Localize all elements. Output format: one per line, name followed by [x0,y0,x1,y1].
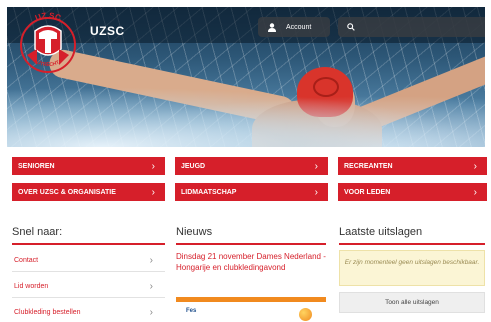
section-divider [12,243,165,245]
nav-jeugd-label: JEUGD [181,162,206,170]
svg-text:UTRECHT: UTRECHT [36,60,61,69]
nav-recreanten-label: RECREANTEN [344,162,393,170]
quick-link-label: Lid worden [14,282,49,290]
nav-lidmaatschap[interactable]: LIDMAATSCHAP › [175,183,328,201]
quick-link-label: Clubkleding bestellen [14,308,81,316]
water-polo-ball-icon [299,308,312,321]
user-icon [268,22,276,32]
news-thumbnail-caption: Fes [186,308,197,314]
nav-jeugd[interactable]: JEUGD › [175,157,328,175]
nav-lidmaatschap-label: LIDMAATSCHAP [181,188,237,196]
account-label: Account [286,23,312,31]
list-divider [12,271,165,272]
chevron-right-icon: › [149,306,153,318]
chevron-right-icon: › [149,254,153,266]
chevron-right-icon: › [314,160,318,172]
nav-over-uzsc[interactable]: OVER UZSC & ORGANISATIE › [12,183,165,201]
svg-text:UZ SC: UZ SC [34,11,63,23]
logo-text-top: UZ SC [34,11,63,23]
show-all-results-button[interactable]: Toon alle uitslagen [339,292,485,313]
nav-over-uzsc-label: OVER UZSC & ORGANISATIE [18,188,116,196]
search-input[interactable] [338,17,485,37]
chevron-right-icon: › [314,186,318,198]
nav-senioren-label: SENIOREN [18,162,55,170]
chevron-right-icon: › [149,280,153,292]
nav-senioren[interactable]: SENIOREN › [12,157,165,175]
nav-recreanten[interactable]: RECREANTEN › [338,157,487,175]
quick-link-clubkleding[interactable]: Clubkleding bestellen › [14,302,157,322]
quick-link-lid-worden[interactable]: Lid worden › [14,276,157,296]
quick-links-title: Snel naar: [12,226,63,238]
quick-link-label: Contact [14,256,39,264]
results-title: Laatste uitslagen [339,226,423,238]
search-icon [347,23,355,31]
chevron-right-icon: › [151,160,155,172]
site-brand[interactable]: UZSC [90,24,125,38]
quick-link-contact[interactable]: Contact › [14,250,157,270]
list-divider [12,297,165,298]
nav-voor-leden-label: VOOR LEDEN [344,188,391,196]
news-headline-link[interactable]: Dinsdag 21 november Dames Nederland - Ho… [176,251,326,273]
results-empty-notice: Er zijn momenteel geen uitslagen beschik… [339,250,485,286]
club-logo[interactable]: UZ SC UTRECHT [13,9,83,79]
chevron-right-icon: › [473,160,477,172]
chevron-right-icon: › [473,186,477,198]
section-divider [176,243,326,245]
news-thumbnail[interactable]: Fes [176,297,326,322]
news-title: Nieuws [176,226,213,238]
nav-voor-leden[interactable]: VOOR LEDEN › [338,183,487,201]
section-divider [339,243,485,245]
logo-text-bottom: UTRECHT [36,60,61,69]
water-splash [7,87,485,147]
account-button[interactable]: Account [258,17,330,37]
chevron-right-icon: › [151,186,155,198]
